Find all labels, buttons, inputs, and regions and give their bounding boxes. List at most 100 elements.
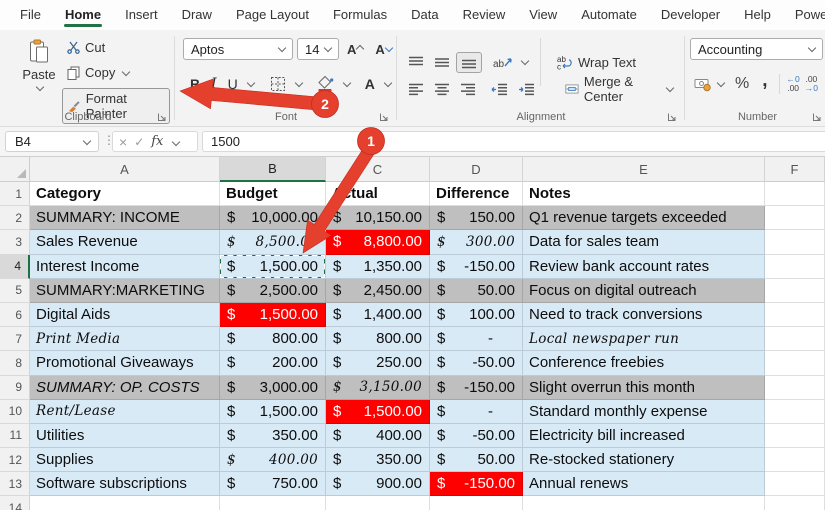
tab-automate[interactable]: Automate [569,1,649,29]
cell-D3[interactable]: $300.00 [430,230,523,255]
cell-B12[interactable]: $400.00 [220,448,326,473]
tab-review[interactable]: Review [451,1,518,29]
column-header-C[interactable]: C [326,157,430,182]
cell-C8[interactable]: $250.00 [326,351,430,376]
tab-power-pivot[interactable]: Power Pivot [783,1,825,29]
italic-button[interactable]: I [207,73,221,95]
font-size-select[interactable]: 14 [297,38,339,60]
cell-E1[interactable]: Notes [523,182,765,207]
row-header-10[interactable]: 10 [0,399,30,424]
align-left-button[interactable] [404,80,428,99]
cell-B8[interactable]: $200.00 [220,351,326,376]
cell-D1[interactable]: Difference [430,182,523,207]
cell-D6[interactable]: $100.00 [430,302,523,328]
cell-B9[interactable]: $3,000.00 [220,375,326,400]
name-box[interactable]: B4 [5,131,99,152]
align-center-button[interactable] [430,80,454,99]
cell-C9[interactable]: $3,150.00 [326,375,430,400]
orientation-dropdown-chevron-icon[interactable] [520,56,530,66]
clipboard-dialog-launcher-icon[interactable] [157,112,167,122]
font-dialog-launcher-icon[interactable] [379,112,389,122]
percent-style-button[interactable]: % [731,72,753,96]
cell-B3[interactable]: $8,500.00 [220,230,326,255]
cell-E4[interactable]: Review bank account rates [523,254,765,279]
cut-button[interactable]: Cut [62,38,110,57]
select-all-corner[interactable] [0,157,30,182]
tab-home[interactable]: Home [53,1,113,29]
borders-button[interactable] [266,73,290,95]
row-header-7[interactable]: 7 [0,327,30,352]
insert-function-icon[interactable]: fx [151,134,163,149]
tab-help[interactable]: Help [732,1,783,29]
cell-B4[interactable]: $1,500.00 [220,254,326,279]
cell-C6[interactable]: $1,400.00 [326,302,430,328]
cell-C13[interactable]: $900.00 [326,472,430,497]
tab-developer[interactable]: Developer [649,1,732,29]
cell-B11[interactable]: $350.00 [220,423,326,449]
cell-A6[interactable]: Digital Aids [30,302,220,328]
cell-C11[interactable]: $400.00 [326,423,430,449]
cell-E3[interactable]: Data for sales team [523,230,765,255]
accounting-format-chevron-icon[interactable] [716,78,726,88]
cell-E7[interactable]: Local newspaper run [523,327,765,352]
enter-icon[interactable]: ✓ [134,135,144,149]
increase-font-size-button[interactable]: A [343,39,367,60]
cell-A4[interactable]: Interest Income [30,254,220,279]
cell-B5[interactable]: $2,500.00 [220,278,326,303]
cell-A3[interactable]: Sales Revenue [30,230,220,255]
cell-A14[interactable] [30,496,220,510]
tab-draw[interactable]: Draw [170,1,224,29]
fill-color-button[interactable] [313,72,338,95]
paste-button[interactable]: Paste [16,35,62,117]
cell-E2[interactable]: Q1 revenue targets exceeded [523,206,765,231]
cell-C5[interactable]: $2,450.00 [326,278,430,303]
copy-dropdown-chevron-icon[interactable] [122,67,131,76]
cell-F7[interactable] [765,327,825,352]
cell-E6[interactable]: Need to track conversions [523,302,765,328]
cell-F14[interactable] [765,496,825,510]
row-header-2[interactable]: 2 [0,206,30,231]
tab-file[interactable]: File [8,1,53,29]
cancel-icon[interactable]: × [119,134,127,150]
decrease-decimal-button[interactable]: .00 →0 [805,75,818,93]
increase-indent-button[interactable] [514,80,539,99]
column-header-B[interactable]: B [220,157,326,182]
cell-B1[interactable]: Budget [220,182,326,207]
row-header-11[interactable]: 11 [0,423,30,449]
align-middle-button[interactable] [430,53,454,72]
cell-D5[interactable]: $50.00 [430,278,523,303]
row-header-1[interactable]: 1 [0,182,30,207]
cell-A2[interactable]: SUMMARY: INCOME [30,206,220,231]
fill-color-dropdown-chevron-icon[interactable] [342,78,352,87]
increase-decimal-button[interactable]: ←0 .00 [787,75,800,93]
cell-D7[interactable]: $ - [430,327,523,352]
comma-style-button[interactable]: , [758,71,771,90]
cell-D14[interactable] [430,496,523,510]
number-dialog-launcher-icon[interactable] [812,112,822,122]
bold-button[interactable]: B [186,73,204,95]
decrease-font-size-button[interactable]: A [371,39,395,60]
tab-view[interactable]: View [517,1,569,29]
wrap-text-button[interactable]: ab c Wrap Text [551,53,641,72]
cell-D4[interactable]: $ -150.00 [430,254,523,279]
row-header-12[interactable]: 12 [0,448,30,473]
cell-A12[interactable]: Supplies [30,448,220,473]
paste-dropdown-chevron-icon[interactable] [35,82,44,92]
cell-A5[interactable]: SUMMARY:MARKETING [30,278,220,303]
row-header-4[interactable]: 4 [0,254,30,279]
cell-F3[interactable] [765,230,825,255]
cell-A8[interactable]: Promotional Giveaways [30,351,220,376]
decrease-indent-button[interactable] [487,80,512,99]
font-color-button[interactable]: A [361,73,379,95]
font-name-select[interactable]: Aptos [183,38,293,60]
cell-B13[interactable]: $750.00 [220,472,326,497]
borders-dropdown-chevron-icon[interactable] [294,78,304,87]
align-top-button[interactable] [404,53,428,72]
cell-B6[interactable]: $1,500.00 [220,302,326,328]
column-header-F[interactable]: F [765,157,825,182]
tab-insert[interactable]: Insert [113,1,170,29]
font-color-dropdown-chevron-icon[interactable] [383,78,393,87]
cell-C2[interactable]: $10,150.00 [326,206,430,231]
cell-C14[interactable] [326,496,430,510]
cell-D13[interactable]: $ -150.00 [430,472,523,497]
